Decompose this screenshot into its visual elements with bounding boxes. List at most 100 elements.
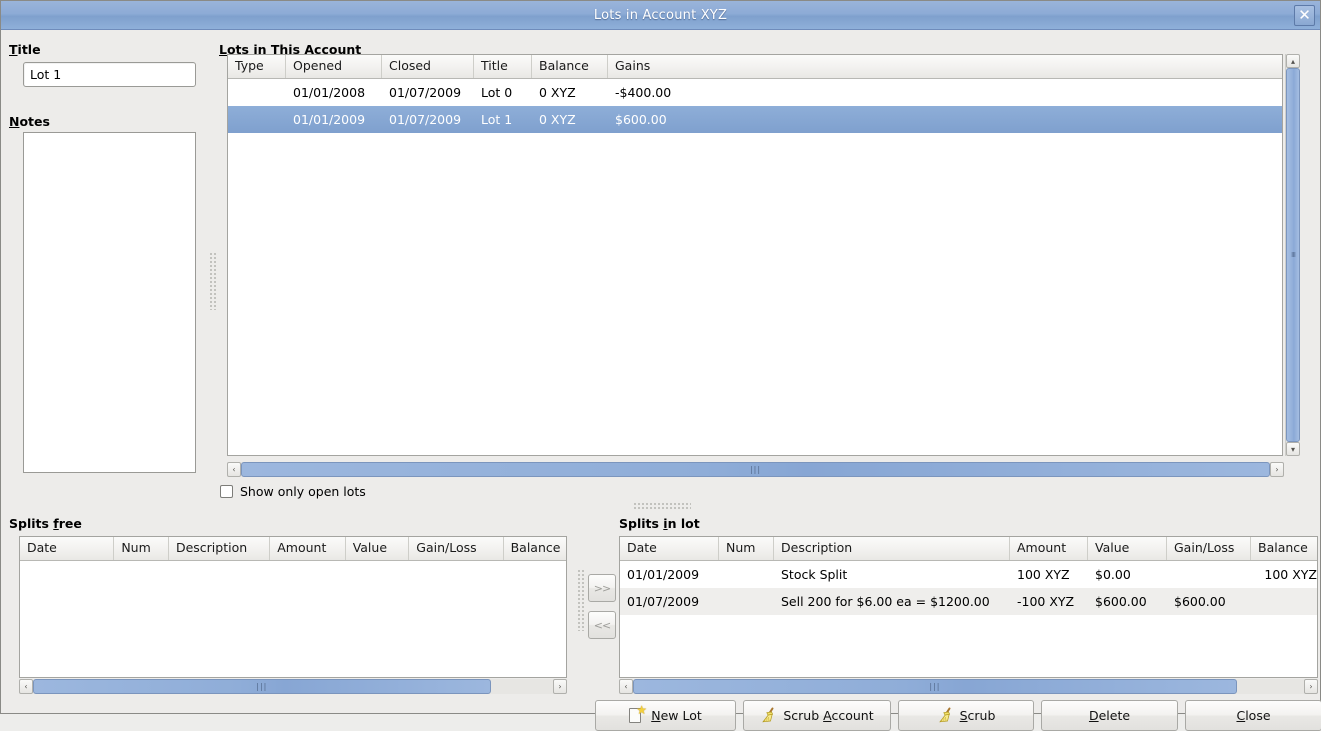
split-description: Stock Split [774, 567, 1010, 582]
title-field-label: Title [9, 42, 41, 57]
scroll-left-button[interactable]: ‹ [619, 679, 633, 694]
sl-hscroll-trough[interactable]: ||| [633, 679, 1304, 694]
sl-col-date[interactable]: Date [620, 537, 719, 560]
scroll-right-button[interactable]: › [1304, 679, 1318, 694]
lots-dialog-window: Lots in Account XYZ ✕ Title Notes Lots i… [0, 0, 1321, 714]
chevron-left-icon: ‹ [232, 465, 235, 474]
close-button-label: Close [1236, 708, 1270, 723]
scroll-grip-icon: ||| [929, 683, 940, 691]
lots-vertical-scrollbar[interactable]: ▴ ≡ ▾ [1285, 54, 1300, 456]
splits-in-lot-horizontal-scrollbar[interactable]: ‹ ||| › [619, 679, 1318, 694]
sl-col-description[interactable]: Description [774, 537, 1010, 560]
sl-col-value[interactable]: Value [1088, 537, 1167, 560]
split-gainloss: $600.00 [1167, 594, 1251, 609]
new-lot-icon: ★ [629, 707, 645, 724]
splits-free-horizontal-scrollbar[interactable]: ‹ ||| › [19, 679, 567, 694]
sf-col-num[interactable]: Num [114, 537, 169, 560]
delete-button[interactable]: Delete [1041, 700, 1178, 731]
sl-col-gainloss[interactable]: Gain/Loss [1167, 537, 1251, 560]
lots-col-opened[interactable]: Opened [286, 55, 382, 78]
lots-vscroll-thumb[interactable]: ≡ [1286, 68, 1300, 442]
title-label-mnemonic: T [9, 42, 18, 57]
new-lot-button[interactable]: ★ New Lot [595, 700, 736, 731]
sf-hscroll-thumb[interactable]: ||| [33, 679, 491, 694]
scrub-account-mnemonic: A [823, 708, 831, 723]
scroll-right-button[interactable]: › [553, 679, 567, 694]
splits-free-treeview[interactable]: Date Num Description Amount Value Gain/L… [19, 536, 567, 678]
split-value: $0.00 [1088, 567, 1167, 582]
scroll-grip-icon: ||| [750, 466, 761, 474]
split-date: 01/01/2009 [620, 567, 719, 582]
lots-col-title[interactable]: Title [474, 55, 532, 78]
chevron-right-icon: › [1275, 465, 1278, 474]
double-chevron-left-icon: << [594, 619, 610, 632]
show-open-lots-checkbox[interactable] [220, 485, 233, 498]
new-lot-mnemonic: N [651, 708, 660, 723]
show-open-lots-row[interactable]: Show only open lots [220, 484, 366, 499]
table-row[interactable]: 01/01/2009 01/07/2009 Lot 1 0 XYZ $600.0… [228, 106, 1282, 133]
lots-col-type[interactable]: Type [228, 55, 286, 78]
scroll-up-button[interactable]: ▴ [1286, 54, 1300, 68]
lots-table-header: Type Opened Closed Title Balance Gains [228, 55, 1282, 79]
move-to-lot-button[interactable]: >> [588, 574, 616, 602]
broom-icon [760, 707, 777, 724]
splits-in-lot-treeview[interactable]: Date Num Description Amount Value Gain/L… [619, 536, 1318, 678]
sf-col-gainloss[interactable]: Gain/Loss [409, 537, 503, 560]
lot-closed: 01/07/2009 [382, 112, 474, 127]
lots-col-closed[interactable]: Closed [382, 55, 474, 78]
window-close-button[interactable]: ✕ [1294, 5, 1315, 26]
scrub-account-button[interactable]: Scrub Account [743, 700, 891, 731]
horizontal-splitter-grip[interactable] [633, 502, 691, 509]
sl-col-balance[interactable]: Balance [1251, 537, 1317, 560]
double-chevron-right-icon: >> [594, 582, 610, 595]
splits-in-lot-label-rest: n lot [668, 516, 700, 531]
notes-textarea[interactable] [23, 132, 196, 473]
lot-opened: 01/01/2008 [286, 85, 382, 100]
sf-hscroll-trough[interactable]: ||| [33, 679, 553, 694]
scrub-button[interactable]: Scrub [898, 700, 1034, 731]
scroll-left-button[interactable]: ‹ [227, 462, 241, 477]
table-row[interactable]: 01/07/2009 Sell 200 for $6.00 ea = $1200… [620, 588, 1317, 615]
lots-hscroll-trough[interactable]: ||| [241, 462, 1270, 477]
close-button[interactable]: Close [1185, 700, 1321, 731]
splits-in-lot-label: Splits in lot [619, 516, 700, 531]
title-input[interactable] [23, 62, 196, 87]
sf-col-date[interactable]: Date [20, 537, 114, 560]
sl-hscroll-thumb[interactable]: ||| [633, 679, 1237, 694]
lots-horizontal-scrollbar[interactable]: ‹ ||| › [227, 462, 1284, 477]
scroll-grip-icon: ≡ [1291, 251, 1295, 259]
sl-col-amount[interactable]: Amount [1010, 537, 1088, 560]
move-from-lot-button[interactable]: << [588, 611, 616, 639]
lots-col-balance[interactable]: Balance [532, 55, 608, 78]
lots-hscroll-thumb[interactable]: ||| [241, 462, 1270, 477]
split-balance: 100 XYZ [1251, 567, 1317, 582]
dialog-action-bar: ★ New Lot Scrub Account [595, 700, 1321, 731]
splits-in-lot-label-pre: Splits [619, 516, 663, 531]
vertical-splitter-grip[interactable] [209, 252, 216, 310]
sl-col-num[interactable]: Num [719, 537, 774, 560]
lots-vscroll-trough[interactable]: ≡ [1286, 68, 1300, 442]
sf-col-balance[interactable]: Balance [504, 537, 566, 560]
delete-mnemonic: D [1089, 708, 1099, 723]
sf-col-amount[interactable]: Amount [270, 537, 345, 560]
splits-free-label-pre: Splits [9, 516, 53, 531]
new-lot-button-label: New Lot [651, 708, 702, 723]
sf-col-description[interactable]: Description [169, 537, 270, 560]
sf-col-value[interactable]: Value [346, 537, 410, 560]
lot-closed: 01/07/2009 [382, 85, 474, 100]
lots-treeview[interactable]: Type Opened Closed Title Balance Gains 0… [227, 54, 1283, 456]
table-row[interactable]: 01/01/2008 01/07/2009 Lot 0 0 XYZ -$400.… [228, 79, 1282, 106]
delete-button-label: Delete [1089, 708, 1130, 723]
table-row[interactable]: 01/01/2009 Stock Split 100 XYZ $0.00 100… [620, 561, 1317, 588]
lots-col-gains[interactable]: Gains [608, 55, 1282, 78]
scroll-left-button[interactable]: ‹ [19, 679, 33, 694]
scroll-right-button[interactable]: › [1270, 462, 1284, 477]
split-value: $600.00 [1088, 594, 1167, 609]
splits-splitter-grip[interactable] [577, 569, 584, 631]
splits-free-header: Date Num Description Amount Value Gain/L… [20, 537, 566, 561]
scroll-down-button[interactable]: ▾ [1286, 442, 1300, 456]
splits-free-label: Splits free [9, 516, 82, 531]
lot-title: Lot 0 [474, 85, 532, 100]
scrub-button-label: Scrub [960, 708, 996, 723]
splits-in-lot-rows: 01/01/2009 Stock Split 100 XYZ $0.00 100… [620, 561, 1317, 615]
